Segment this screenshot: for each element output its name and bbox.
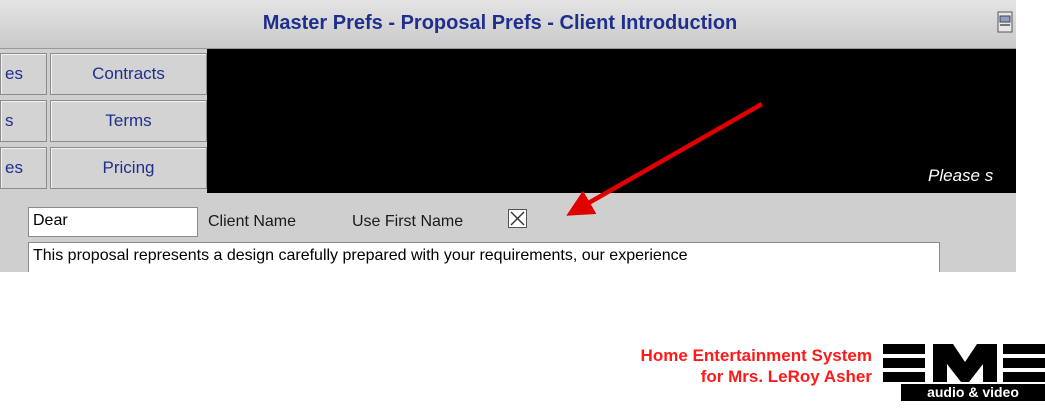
footer-line-1: Home Entertainment System [640,346,872,365]
logo-text: audio & video [927,384,1019,400]
eme-logo-icon: audio & video [883,344,1045,401]
annotation-arrow-icon [566,102,764,216]
screenshot-crop: Master Prefs - Proposal Prefs - Client I… [0,0,1016,272]
footer-line-2: for Mrs. LeRoy Asher [700,367,872,386]
